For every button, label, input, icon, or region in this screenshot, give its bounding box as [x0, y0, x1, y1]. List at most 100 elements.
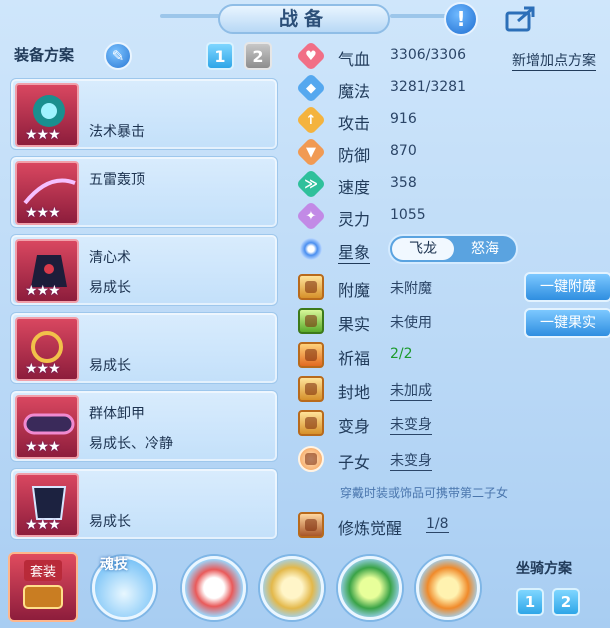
constellation-row: 星象 飞龙 怒海	[298, 234, 598, 264]
stat-label: 速度	[338, 178, 371, 197]
equipment-slot-5[interactable]: ★★★ 群体卸甲 易成长、冷静	[10, 390, 278, 462]
equipment-icon: ★★★	[15, 317, 79, 381]
equipment-label-2: 法术暴击	[89, 124, 145, 140]
equipment-slot-3[interactable]: ★★★ 清心术 易成长	[10, 234, 278, 306]
defense-glyph: ▼	[306, 144, 316, 160]
red-fan-skill-icon[interactable]	[182, 556, 246, 620]
extra-row-blessing: 祈福 2/2	[298, 340, 598, 370]
mana-glyph: ◆	[306, 80, 316, 96]
child-icon	[298, 446, 324, 472]
constellation-option[interactable]: 怒海	[456, 238, 514, 260]
equipment-slot-6[interactable]: ★★★ 易成长	[10, 468, 278, 540]
stat-label: 魔法	[338, 82, 371, 101]
extra-value: 2/2	[390, 346, 413, 362]
extra-row-fruit: 果实 未使用 一键果实	[298, 306, 610, 338]
share-icon[interactable]	[503, 2, 537, 36]
fief-icon	[298, 376, 324, 402]
mount-plan-2-button[interactable]: 2	[552, 588, 580, 616]
equipment-label-1: 群体卸甲	[89, 406, 145, 422]
title-ornament-left	[160, 14, 220, 18]
stat-label: 灵力	[338, 210, 371, 229]
help-icon[interactable]: !	[444, 2, 478, 36]
equipment-icon: ★★★	[15, 239, 79, 303]
stat-value: 3306/3306	[390, 47, 466, 63]
title-ornament-right	[390, 14, 450, 18]
enchant-icon	[298, 274, 324, 300]
equipment-slot-2[interactable]: ★★★ 五雷轰顶	[10, 156, 278, 228]
equipment-panel: 装备方案 ✎ 1 2 ★★★ 法术暴击 ★★★ 五雷轰顶 ★★★ 清心术 易成长…	[6, 38, 282, 540]
stat-row-mp: ◆ 魔法 3281/3281	[295, 72, 598, 104]
equipment-slot-4[interactable]: ★★★ 易成长	[10, 312, 278, 384]
heart-glyph: ♥	[305, 48, 317, 64]
cultivation-label: 修炼觉醒	[338, 519, 403, 538]
equipment-label-2: 易成长	[89, 514, 131, 530]
constellation-option-selected[interactable]: 飞龙	[392, 238, 454, 260]
treasure-chest-icon	[23, 585, 63, 609]
extra-label: 果实	[338, 315, 371, 334]
child-hint: 穿戴时装或饰品可携带第二子女	[340, 486, 509, 500]
green-flame-skill-icon[interactable]	[338, 556, 402, 620]
stat-row-hp: ♥ 气血 3306/3306 新增加点方案	[295, 40, 598, 72]
extra-label: 祈福	[338, 349, 371, 368]
equipment-icon: ★★★	[15, 395, 79, 459]
stat-value: 358	[390, 175, 417, 191]
stat-label: 防御	[338, 146, 371, 165]
star-rating: ★★★	[25, 127, 61, 143]
plan-2-button[interactable]: 2	[244, 42, 272, 70]
fruit-icon	[298, 308, 324, 334]
stat-value: 870	[390, 143, 417, 159]
page-title: 战备	[218, 4, 390, 34]
extra-value[interactable]: 未加成	[390, 380, 432, 401]
extra-value: 未使用	[390, 315, 432, 331]
equipment-label-1: 清心术	[89, 250, 131, 266]
extra-label: 变身	[338, 417, 371, 436]
star-rating: ★★★	[25, 205, 61, 221]
star-rating: ★★★	[25, 517, 61, 533]
pencil-icon[interactable]: ✎	[104, 42, 132, 70]
stat-value: 916	[390, 111, 417, 127]
fire-burst-skill-icon[interactable]	[416, 556, 480, 620]
constellation-label[interactable]: 星象	[338, 239, 371, 264]
blessing-icon	[298, 342, 324, 368]
star-rating: ★★★	[25, 283, 61, 299]
spirit-glyph: ✦	[305, 208, 317, 224]
stat-value: 1055	[390, 207, 426, 223]
add-points-link[interactable]: 新增加点方案	[512, 50, 596, 71]
equipment-icon: ★★★	[15, 161, 79, 225]
cultivation-icon	[298, 512, 324, 538]
stats-panel: ♥ 气血 3306/3306 新增加点方案 ◆ 魔法 3281/3281 ↑ 攻…	[288, 38, 610, 540]
title-bar: 战备 !	[0, 0, 610, 36]
speed-glyph: ≫	[304, 176, 318, 192]
stat-label: 气血	[338, 50, 371, 69]
equipment-label-1: 五雷轰顶	[89, 172, 145, 188]
equipment-label-2: 易成长、冷静	[89, 436, 173, 452]
stat-value: 3281/3281	[390, 79, 466, 95]
cultivation-row: 修炼觉醒 1/8	[298, 510, 598, 540]
attack-glyph: ↑	[305, 112, 317, 128]
stat-row-defense: ▼ 防御 870	[295, 136, 598, 168]
equipment-label-2: 易成长	[89, 358, 131, 374]
one-click-fruit-button[interactable]: 一键果实	[524, 308, 610, 338]
mount-plan-1-button[interactable]: 1	[516, 588, 544, 616]
constellation-icon	[300, 238, 322, 260]
star-rating: ★★★	[25, 361, 61, 377]
extra-value[interactable]: 未变身	[390, 414, 432, 435]
extra-value[interactable]: 未变身	[390, 450, 432, 471]
mount-plan-title: 坐骑方案	[516, 561, 572, 577]
extra-value: 未附魔	[390, 281, 432, 297]
bottom-bar: 套装 魂技 坐骑方案 1 2	[0, 548, 610, 628]
one-click-enchant-button[interactable]: 一键附魔	[524, 272, 610, 302]
stat-row-attack: ↑ 攻击 916	[295, 104, 598, 136]
golden-swords-skill-icon[interactable]	[260, 556, 324, 620]
plan-1-button[interactable]: 1	[206, 42, 234, 70]
extra-label: 附魔	[338, 281, 371, 300]
extra-row-transform: 变身 未变身	[298, 408, 598, 438]
suit-slot[interactable]: 套装	[8, 552, 78, 622]
cultivation-value[interactable]: 1/8	[426, 516, 449, 533]
stat-label: 攻击	[338, 114, 371, 133]
extra-label: 子女	[338, 453, 371, 472]
constellation-toggle: 飞龙 怒海	[388, 234, 518, 264]
equipment-icon: ★★★	[15, 83, 79, 147]
soul-skill-label: 魂技	[100, 557, 128, 573]
equipment-slot-1[interactable]: ★★★ 法术暴击	[10, 78, 278, 150]
